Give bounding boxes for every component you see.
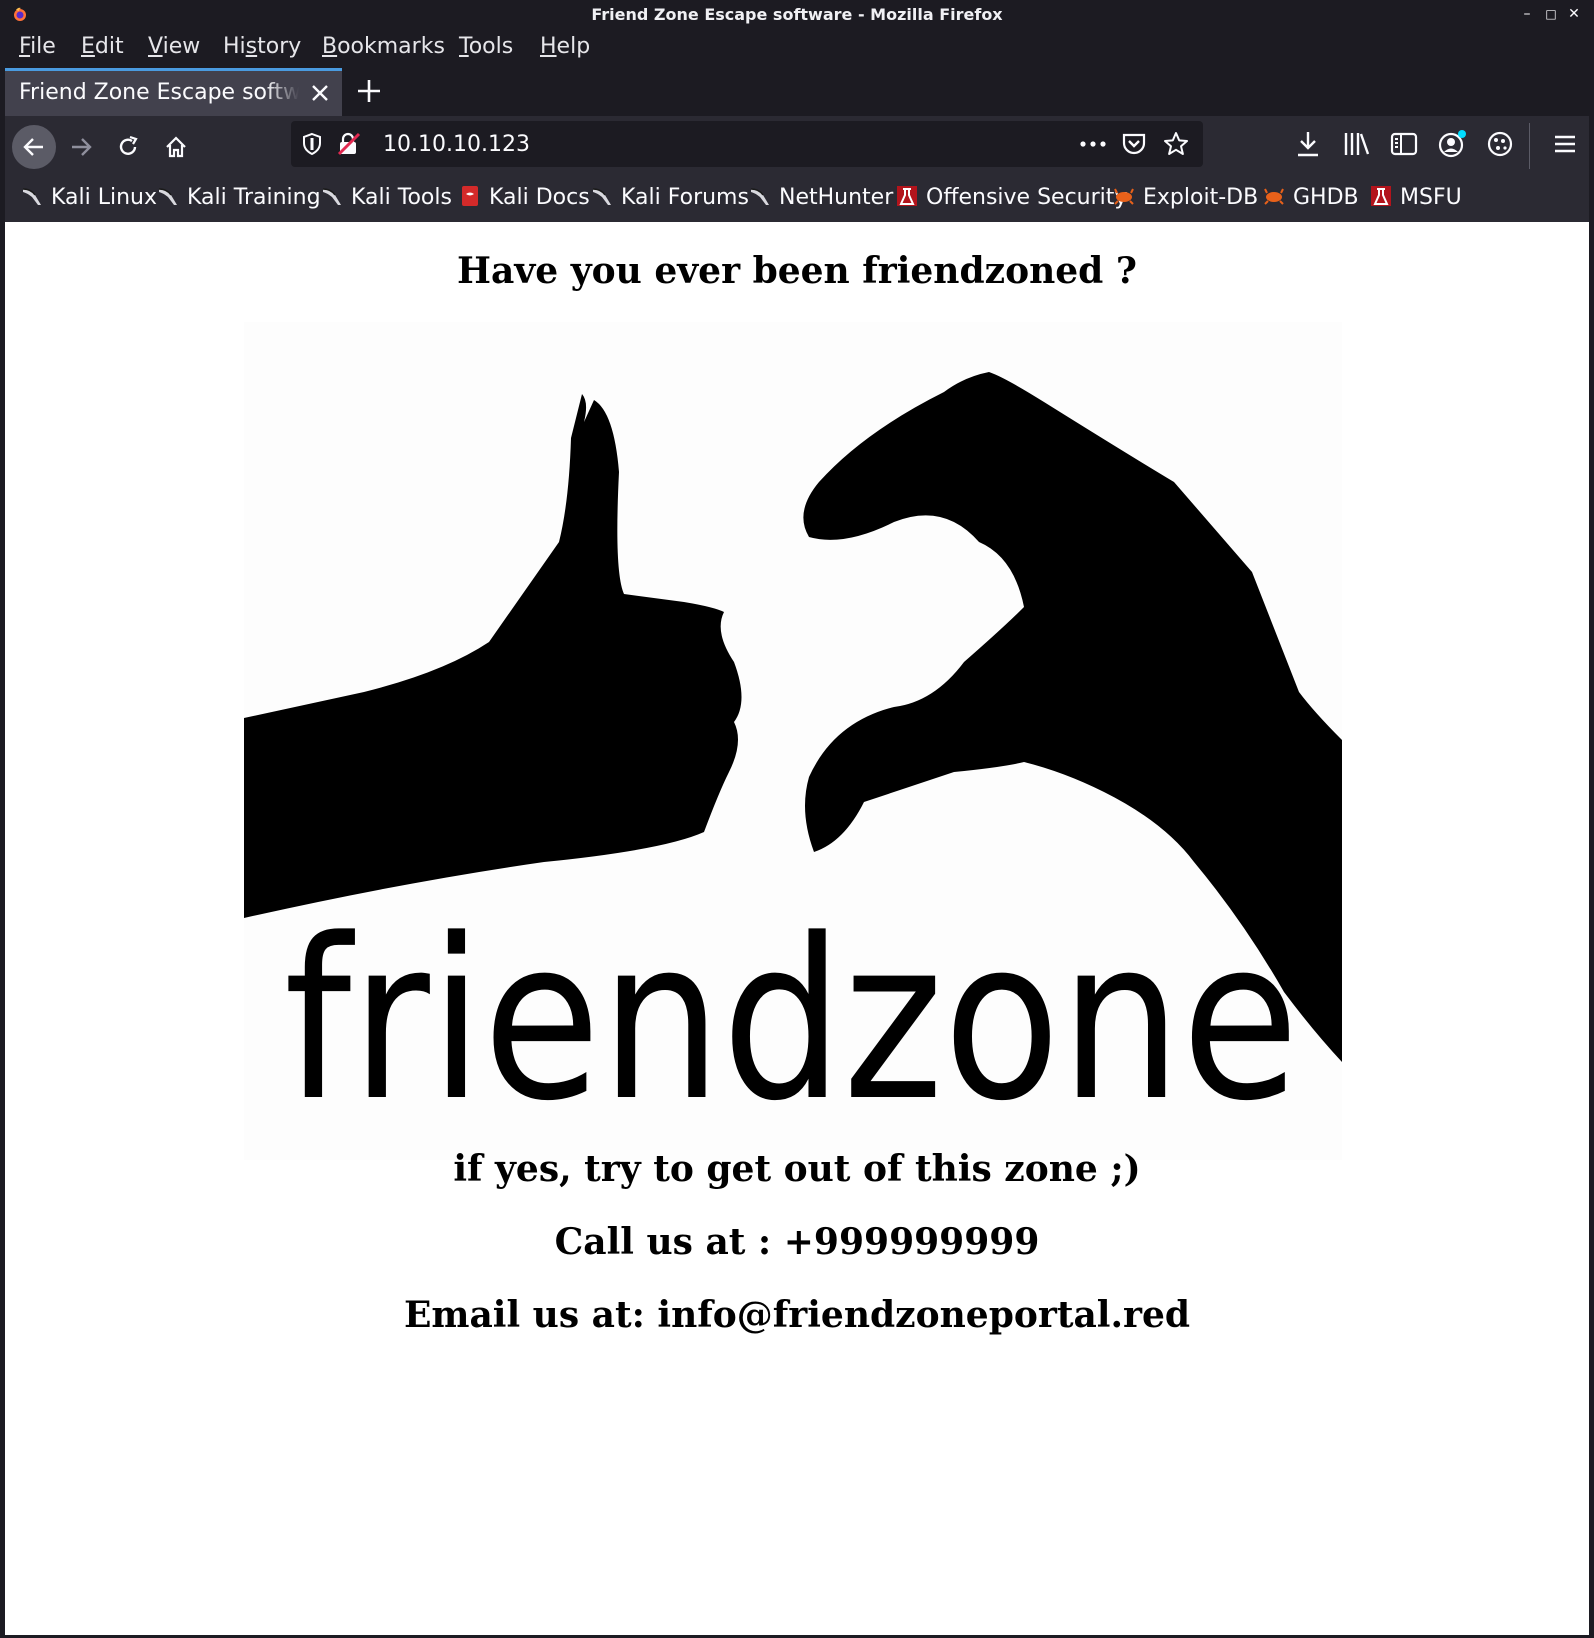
close-window-button[interactable]: ✕ [1565,4,1583,24]
phone-contact-text: Call us at : +999999999 [554,1221,1040,1263]
bookmark-nethunter[interactable]: NetHunter [749,185,893,215]
menu-file[interactable]: File [19,34,56,59]
offsec-icon [896,185,918,207]
exploitdb-icon [1113,185,1135,207]
page-content: Have you ever been friendzoned ? friendz… [5,222,1589,1635]
exploitdb-icon [1263,185,1285,207]
bookmark-kali-training[interactable]: Kali Training [157,185,321,215]
navigation-toolbar: 10.10.10.123 [5,116,1589,178]
bookmark-kali-tools[interactable]: Kali Tools [321,185,452,215]
shield-icon[interactable] [301,132,323,160]
bookmark-kali-linux[interactable]: Kali Linux [21,185,157,215]
star-icon[interactable] [1163,131,1189,161]
thumbs-up-hand-icon [244,394,742,918]
hamburger-menu-icon[interactable] [1550,129,1580,159]
bookmark-kali-docs[interactable]: Kali Docs [459,185,590,215]
address-bar[interactable]: 10.10.10.123 [291,121,1203,167]
kali-dragon-icon [591,185,613,207]
download-icon[interactable] [1293,129,1323,159]
bookmark-kali-forums[interactable]: Kali Forums [591,185,749,215]
reload-icon[interactable] [106,125,150,169]
maximize-button[interactable]: □ [1542,4,1560,24]
menu-bar: File Edit View History Bookmarks Tools H… [0,30,1594,68]
logo-wordmark: friendzone [284,892,1299,1150]
window-titlebar: Friend Zone Escape software - Mozilla Fi… [0,0,1594,30]
insecure-lock-icon[interactable] [337,132,361,160]
kali-docs-icon [459,185,481,207]
forward-arrow-icon[interactable] [59,125,103,169]
toolbar-separator [1529,123,1530,169]
url-text[interactable]: 10.10.10.123 [383,132,530,157]
new-tab-button[interactable] [355,77,383,105]
kali-dragon-icon [21,185,43,207]
library-icon[interactable] [1341,129,1371,159]
page-heading: Have you ever been friendzoned ? [457,250,1137,292]
menu-tools[interactable]: Tools [459,34,513,59]
tab-active[interactable]: Friend Zone Escape software [5,68,342,116]
bookmark-ghdb[interactable]: GHDB [1263,185,1359,215]
account-icon[interactable] [1437,129,1467,159]
back-arrow-icon[interactable] [12,125,56,169]
menu-edit[interactable]: Edit [81,34,124,59]
friendzone-logo-image: friendzone [244,322,1342,1160]
extensions-icon[interactable] [1485,129,1515,159]
menu-bookmarks[interactable]: Bookmarks [322,34,445,59]
window-title: Friend Zone Escape software - Mozilla Fi… [591,5,1003,24]
bookmarks-toolbar: Kali Linux Kali Training Kali Tools Kali… [5,178,1589,222]
bookmark-offensive-security[interactable]: Offensive Security [896,185,1127,215]
escape-prompt-text: if yes, try to get out of this zone ;) [453,1148,1141,1190]
bookmark-exploit-db[interactable]: Exploit-DB [1113,185,1258,215]
bookmark-msfu[interactable]: MSFU [1370,185,1462,215]
menu-help[interactable]: Help [540,34,590,59]
kali-dragon-icon [749,185,771,207]
email-contact-text: Email us at: info@friendzoneportal.red [403,1294,1191,1336]
kali-dragon-icon [157,185,179,207]
close-icon[interactable] [310,83,330,103]
tab-title: Friend Zone Escape software [19,80,299,105]
menu-history[interactable]: History [223,34,301,59]
menu-view[interactable]: View [148,34,200,59]
tab-strip: Friend Zone Escape software [0,68,1594,116]
home-icon[interactable] [154,125,198,169]
kali-dragon-icon [321,185,343,207]
offsec-icon [1370,185,1392,207]
pocket-icon[interactable] [1121,132,1147,160]
minimize-button[interactable]: – [1518,4,1536,24]
sidebar-icon[interactable] [1389,129,1419,159]
more-icon[interactable] [1079,132,1107,160]
